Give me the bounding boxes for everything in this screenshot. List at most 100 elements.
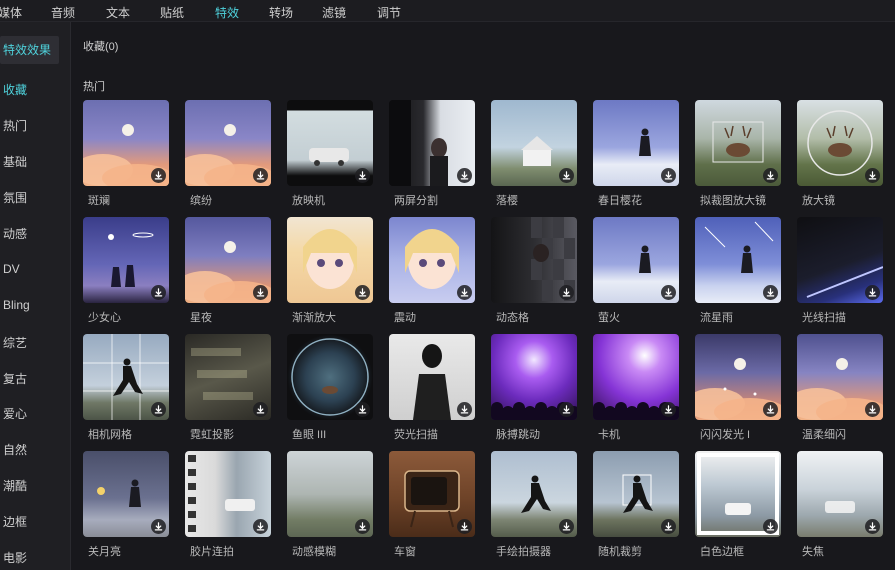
effect-card[interactable]: 手绘拍摄器	[491, 451, 577, 558]
effect-thumbnail[interactable]	[185, 217, 271, 303]
effect-card[interactable]: 胶片连拍	[185, 451, 271, 558]
download-icon[interactable]	[457, 168, 472, 183]
effect-thumbnail[interactable]	[797, 217, 883, 303]
effect-card[interactable]: 随机裁剪	[593, 451, 679, 558]
download-icon[interactable]	[151, 285, 166, 300]
effect-thumbnail[interactable]	[593, 451, 679, 537]
download-icon[interactable]	[559, 402, 574, 417]
tab-text[interactable]: 文本	[106, 4, 130, 21]
effect-thumbnail[interactable]	[185, 100, 271, 186]
download-icon[interactable]	[661, 168, 676, 183]
sidebar-item-cool[interactable]: 潮酷	[3, 477, 27, 494]
download-icon[interactable]	[355, 285, 370, 300]
effect-thumbnail[interactable]	[593, 217, 679, 303]
effect-card[interactable]: 霓虹投影	[185, 334, 271, 441]
effect-card[interactable]: 流星雨	[695, 217, 781, 324]
download-icon[interactable]	[457, 402, 472, 417]
effect-card[interactable]: 相机网格	[83, 334, 169, 441]
download-icon[interactable]	[865, 168, 880, 183]
effect-thumbnail[interactable]	[389, 334, 475, 420]
effect-thumbnail[interactable]	[83, 217, 169, 303]
effect-card[interactable]: 春日樱花	[593, 100, 679, 207]
download-icon[interactable]	[661, 519, 676, 534]
tab-sticker[interactable]: 贴纸	[160, 4, 184, 21]
download-icon[interactable]	[355, 168, 370, 183]
effect-card[interactable]: 卡机	[593, 334, 679, 441]
tab-effects[interactable]: 特效	[215, 4, 239, 21]
effect-card[interactable]: 光线扫描	[797, 217, 883, 324]
sidebar-item-dv[interactable]: DV	[3, 262, 20, 276]
download-icon[interactable]	[865, 519, 880, 534]
download-icon[interactable]	[661, 402, 676, 417]
effect-card[interactable]: 鱼眼 III	[287, 334, 373, 441]
effect-thumbnail[interactable]	[389, 451, 475, 537]
effect-card[interactable]: 震动	[389, 217, 475, 324]
download-icon[interactable]	[253, 402, 268, 417]
effect-card[interactable]: 拟裁图放大镜	[695, 100, 781, 207]
download-icon[interactable]	[763, 402, 778, 417]
effect-card[interactable]: 斑斓	[83, 100, 169, 207]
download-icon[interactable]	[865, 402, 880, 417]
effect-thumbnail[interactable]	[389, 100, 475, 186]
download-icon[interactable]	[763, 519, 778, 534]
download-icon[interactable]	[151, 402, 166, 417]
download-icon[interactable]	[355, 519, 370, 534]
effect-thumbnail[interactable]	[83, 451, 169, 537]
effect-thumbnail[interactable]	[287, 217, 373, 303]
effect-card[interactable]: 关月亮	[83, 451, 169, 558]
effect-card[interactable]: 白色边框	[695, 451, 781, 558]
effect-thumbnail[interactable]	[491, 217, 577, 303]
effect-card[interactable]: 落樱	[491, 100, 577, 207]
download-icon[interactable]	[661, 285, 676, 300]
sidebar-item-variety[interactable]: 综艺	[3, 334, 27, 351]
download-icon[interactable]	[457, 285, 472, 300]
effect-thumbnail[interactable]	[797, 334, 883, 420]
effect-thumbnail[interactable]	[185, 451, 271, 537]
download-icon[interactable]	[151, 168, 166, 183]
effect-thumbnail[interactable]	[593, 334, 679, 420]
download-icon[interactable]	[865, 285, 880, 300]
effect-card[interactable]: 脉搏跳动	[491, 334, 577, 441]
effect-thumbnail[interactable]	[185, 334, 271, 420]
effect-card[interactable]: 失焦	[797, 451, 883, 558]
download-icon[interactable]	[559, 285, 574, 300]
download-icon[interactable]	[763, 285, 778, 300]
tab-filter[interactable]: 滤镜	[322, 4, 346, 21]
effect-thumbnail[interactable]	[491, 451, 577, 537]
download-icon[interactable]	[355, 402, 370, 417]
effect-thumbnail[interactable]	[695, 217, 781, 303]
download-icon[interactable]	[151, 519, 166, 534]
effect-card[interactable]: 动感模糊	[287, 451, 373, 558]
download-icon[interactable]	[253, 519, 268, 534]
sidebar-item-favorites[interactable]: 收藏	[3, 81, 27, 98]
sidebar-item-love[interactable]: 爱心	[3, 405, 27, 422]
effect-thumbnail[interactable]	[287, 451, 373, 537]
tab-adjust[interactable]: 调节	[377, 4, 401, 21]
effect-thumbnail[interactable]	[593, 100, 679, 186]
tab-media[interactable]: 媒体	[0, 4, 22, 21]
effect-card[interactable]: 星夜	[185, 217, 271, 324]
download-icon[interactable]	[457, 519, 472, 534]
sidebar-item-bling[interactable]: Bling	[3, 298, 30, 312]
download-icon[interactable]	[559, 168, 574, 183]
effect-thumbnail[interactable]	[83, 334, 169, 420]
sidebar-item-atmosphere[interactable]: 氛围	[3, 189, 27, 206]
sidebar-item-nature[interactable]: 自然	[3, 441, 27, 458]
sidebar-item-retro[interactable]: 复古	[3, 370, 27, 387]
effect-thumbnail[interactable]	[695, 334, 781, 420]
tab-audio[interactable]: 音频	[51, 4, 75, 21]
effect-card[interactable]: 两屏分割	[389, 100, 475, 207]
effect-card[interactable]: 闪闪发光 I	[695, 334, 781, 441]
effect-thumbnail[interactable]	[83, 100, 169, 186]
effect-thumbnail[interactable]	[797, 100, 883, 186]
effect-thumbnail[interactable]	[695, 100, 781, 186]
sidebar-item-movie[interactable]: 电影	[3, 549, 27, 566]
effect-thumbnail[interactable]	[491, 100, 577, 186]
sidebar-item-effects[interactable]: 特效效果	[0, 36, 59, 64]
effect-card[interactable]: 缤纷	[185, 100, 271, 207]
effect-card[interactable]: 放大镜	[797, 100, 883, 207]
effect-thumbnail[interactable]	[287, 334, 373, 420]
effect-card[interactable]: 荧光扫描	[389, 334, 475, 441]
effect-card[interactable]: 车窗	[389, 451, 475, 558]
effect-thumbnail[interactable]	[287, 100, 373, 186]
